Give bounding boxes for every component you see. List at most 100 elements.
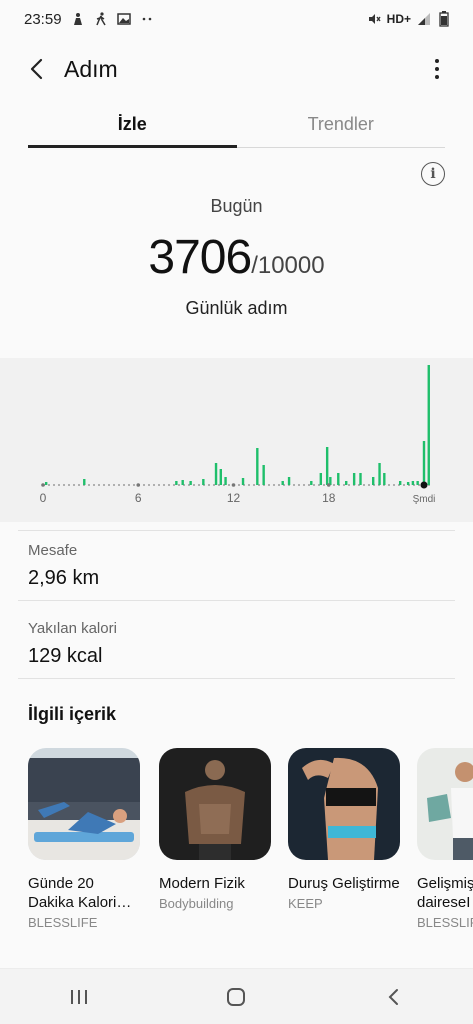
related-item[interactable]: Modern Fizik Bodybuilding	[159, 748, 271, 911]
person-icon	[71, 12, 85, 26]
chart-bar	[378, 463, 381, 485]
steps-summary: 3706/10000	[0, 230, 473, 285]
chart-tick-label: Şmdi	[413, 494, 436, 505]
steps-goal: /10000	[251, 252, 325, 279]
related-item-title: Günde 20 Dakika Kalori…	[28, 875, 132, 911]
tab-bar: İzle Trendler	[28, 104, 445, 148]
daily-steps-caption: Günlük adım	[185, 298, 288, 318]
related-item-title: Duruş Geliştirme	[288, 875, 400, 892]
related-item-source: BLESSLIFE	[28, 915, 98, 930]
related-item[interactable]: Duruş Geliştirme KEEP	[288, 748, 400, 911]
related-content-carousel[interactable]: Günde 20 Dakika Kalori… BLESSLIFE Modern…	[28, 748, 473, 948]
chart-bar	[372, 477, 375, 485]
back-icon	[388, 988, 399, 1005]
recent-apps-button[interactable]	[49, 977, 109, 1017]
back-nav-button[interactable]	[364, 977, 424, 1017]
chart-bar	[44, 482, 48, 485]
chart-bar	[281, 481, 284, 485]
chart-bar	[337, 473, 340, 485]
chart-bar	[189, 481, 192, 485]
chart-tick-marker	[231, 483, 236, 487]
signal-icon	[417, 12, 431, 26]
related-item-source: BLESSLIFE	[417, 915, 473, 930]
chart-tick-label: 0	[40, 491, 47, 505]
tab-izle[interactable]: İzle	[28, 104, 237, 148]
chart-bar	[262, 465, 265, 485]
chart-bar	[256, 448, 259, 485]
walking-icon	[94, 12, 108, 26]
chart-bar	[325, 447, 329, 485]
chart-bar	[310, 481, 313, 485]
related-item[interactable]: Günde 20 Dakika Kalori… BLESSLIFE	[28, 748, 140, 930]
chart-now-marker	[420, 481, 428, 489]
chart-bar	[416, 481, 419, 485]
chart-tick-label: 18	[322, 491, 336, 505]
page-title: Adım	[64, 56, 118, 82]
chart-bar	[241, 478, 245, 485]
status-time: 23:59	[24, 10, 62, 28]
calories-metric[interactable]: Yakılan kalori 129 kcal	[28, 620, 445, 668]
home-button[interactable]	[206, 977, 266, 1017]
workout-thumbnail	[288, 748, 400, 860]
workout-thumbnail	[417, 748, 473, 860]
chevron-left-icon	[30, 58, 43, 80]
chart-bar	[287, 477, 291, 485]
distance-value: 2,96 km	[28, 567, 100, 589]
chart-bar	[345, 481, 348, 485]
chart-bar	[352, 473, 356, 485]
divider	[18, 678, 455, 679]
related-item-title: Modern Fizik	[159, 875, 245, 892]
more-dots-icon	[140, 12, 154, 26]
chart-tick-marker	[41, 483, 45, 487]
tab-trendler[interactable]: Trendler	[237, 104, 446, 147]
workout-thumbnail	[159, 748, 271, 860]
chart-bar	[219, 469, 222, 485]
system-nav-bar	[0, 968, 473, 1024]
chart-bar	[383, 473, 386, 485]
info-icon[interactable]: i	[421, 162, 445, 186]
chart-bar	[427, 365, 430, 485]
chart-bar	[411, 481, 415, 485]
distance-label: Mesafe	[28, 542, 78, 559]
chart-bar	[175, 481, 178, 485]
chart-bar	[181, 480, 184, 485]
chart-bar	[319, 473, 323, 485]
related-content-title: İlgili içerik	[28, 704, 117, 724]
chart-bar	[359, 473, 362, 485]
day-label: Bugün	[210, 196, 263, 216]
battery-icon	[437, 11, 451, 27]
hourly-steps-chart[interactable]: 0 6 12 18 Şmdi	[0, 358, 473, 522]
more-options-button[interactable]	[425, 54, 449, 84]
chart-tick-marker	[326, 483, 331, 487]
related-item-title: Gelişmiş daireseI	[417, 875, 473, 911]
chart-bar	[83, 479, 86, 485]
home-icon	[227, 987, 246, 1006]
calories-value: 129 kcal	[28, 645, 103, 667]
chart-tick-marker	[136, 483, 141, 487]
chart-tick-label: 12	[227, 491, 241, 505]
steps-count: 3706	[148, 231, 252, 284]
chart-bar	[398, 481, 402, 485]
back-button[interactable]	[22, 54, 52, 84]
distance-metric[interactable]: Mesafe 2,96 km	[28, 542, 445, 590]
more-vertical-icon	[435, 59, 439, 63]
chart-bar	[214, 463, 218, 485]
image-icon	[116, 12, 131, 26]
app-bar: Adım	[0, 44, 473, 96]
related-item-source: KEEP	[288, 896, 323, 911]
mute-icon	[367, 12, 381, 26]
recent-apps-icon	[70, 989, 87, 1004]
calories-label: Yakılan kalori	[28, 620, 117, 637]
chart-bar	[406, 482, 410, 485]
chart-bar	[202, 479, 205, 485]
workout-thumbnail	[28, 748, 140, 860]
network-label: HD+	[386, 12, 411, 26]
related-item-source: Bodybuilding	[159, 896, 234, 911]
divider	[18, 600, 455, 601]
divider	[18, 530, 455, 531]
chart-tick-label: 6	[135, 491, 142, 505]
chart-bar	[224, 477, 227, 485]
status-bar: 23:59 HD+	[0, 0, 473, 38]
chart-svg: 0 6 12 18 Şmdi	[40, 365, 436, 505]
related-item[interactable]: Gelişmiş daireseI BLESSLIFE	[417, 748, 473, 930]
